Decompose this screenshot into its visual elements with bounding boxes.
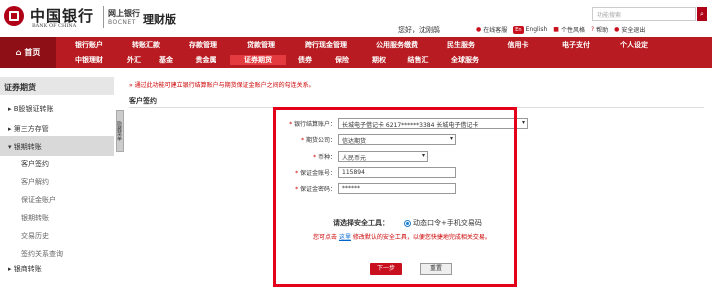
username: 沈刚鹃 [419, 26, 440, 34]
nav-settings[interactable]: 个人设定 [606, 40, 662, 50]
sidebar-item-client-sign[interactable]: 客户签约 [0, 153, 114, 173]
logout-label: 安全退出 [621, 27, 646, 34]
nav-global[interactable]: 全球服务 [438, 55, 492, 65]
radio-selected-icon [404, 219, 411, 227]
notice-text: 通过此功能可建立银行结算账户与期货保证金账户之间的勾连关系。 [134, 82, 315, 89]
chevron-down-icon: ▾ [8, 143, 12, 151]
info-notice: » 通过此功能可建立银行结算账户与期货保证金账户之间的勾连关系。 [129, 80, 315, 89]
sidebar-item-label: 银商转账 [13, 265, 42, 273]
sidebar-item-label: 第三方存管 [13, 125, 49, 133]
sidebar-item-bank-merchant[interactable]: ▸ 银商转账 [0, 258, 114, 278]
nav-epay[interactable]: 电子支付 [546, 40, 606, 50]
nav-row-1: 银行账户 转账汇款 存款管理 贷款管理 跨行现金管理 公用服务缴费 民生服务 信… [60, 40, 662, 50]
online-service-link[interactable]: ● 在线客服 [476, 25, 507, 34]
style-link[interactable]: ■ 个性风格 [553, 25, 585, 34]
chevron-right-icon: ▸ [8, 105, 12, 113]
nav-livelihood[interactable]: 民生服务 [432, 40, 490, 50]
nav-forex[interactable]: 外汇 [118, 55, 150, 65]
collapse-menu-toggle[interactable]: 隐藏菜单 [116, 110, 124, 152]
chevron-right-icon: ▸ [8, 265, 12, 273]
netbank-label-en: BOCNET [108, 19, 136, 26]
help-icon: ? [590, 26, 595, 33]
product-title: 理财版 [143, 13, 176, 26]
english-link[interactable]: En English [513, 25, 548, 34]
nav-fx-settle[interactable]: 结售汇 [398, 55, 438, 65]
margin-account-label: * 保证金账号： [295, 170, 336, 177]
nav-deposit[interactable]: 存款管理 [174, 40, 232, 50]
bank-account-select[interactable]: 长城电子借记卡 6217******3384 长城电子借记卡 ▾ [338, 118, 528, 129]
secure-tool-hint: 您可点击 这里 修改默认的安全工具，以便您快捷地完成相关交易。 [313, 234, 491, 241]
nav-cash-mgmt[interactable]: 跨行现金管理 [290, 40, 362, 50]
title-divider [129, 107, 704, 108]
nav-options[interactable]: 期权 [360, 55, 398, 65]
margin-password-input[interactable]: ****** [338, 183, 456, 194]
sidebar-item-client-cancel[interactable]: 客户解约 [0, 171, 114, 191]
style-label: 个性风格 [560, 27, 585, 34]
bank-name-en: BANK OF CHINA [32, 23, 77, 29]
header-divider [103, 6, 104, 28]
currency-select[interactable]: 人民币元 ▾ [338, 151, 428, 162]
reset-button[interactable]: 重置 [420, 263, 452, 275]
sidebar-item-label: 银期转账 [13, 143, 42, 151]
lock-icon: ● [614, 26, 620, 33]
secure-tool-label: 请选择安全工具： [333, 219, 389, 227]
bank-account-label: * 银行结算账户： [289, 121, 336, 128]
secure-tool-value: 动态口令+手机交易码 [413, 219, 482, 227]
chevron-right-icon: ▸ [8, 125, 12, 133]
nav-fund[interactable]: 基金 [150, 55, 182, 65]
nav-metal[interactable]: 贵金属 [182, 55, 230, 65]
sidebar-item-b-share[interactable]: ▸ B股银证转账 [0, 98, 114, 118]
next-button[interactable]: 下一步 [370, 263, 402, 275]
greeting-text: 您好， [398, 26, 419, 34]
nav-bank-account[interactable]: 银行账户 [60, 40, 118, 50]
nav-row-2: 中银理财 外汇 基金 贵金属 证券期货 债券 保险 期权 结售汇 全球服务 [60, 55, 492, 65]
logout-link[interactable]: ● 安全退出 [614, 25, 645, 34]
home-button[interactable]: ⌂ 首页 [0, 37, 56, 68]
header: 中国银行 BANK OF CHINA 网上银行 BOCNET 理财版 功能搜索 … [0, 0, 712, 35]
online-service-label: 在线客服 [483, 27, 508, 34]
chevron-down-icon: ▾ [449, 135, 453, 142]
currency-label: * 币种： [313, 154, 336, 161]
sidebar-item-third-party[interactable]: ▸ 第三方存管 [0, 118, 114, 138]
function-search-input[interactable]: 功能搜索 [592, 7, 696, 21]
greeting: 您好，沈刚鹃 [398, 25, 440, 35]
arrow-icon: » [129, 82, 133, 89]
sidebar-item-history[interactable]: 交易历史 [0, 225, 114, 245]
change-tool-link[interactable]: 这里 [339, 234, 351, 241]
nav-transfer[interactable]: 转账汇款 [118, 40, 174, 50]
secure-tool-radio[interactable]: 动态口令+手机交易码 [404, 218, 482, 228]
futures-company-select[interactable]: 信达期货 ▾ [338, 134, 456, 145]
page-title: 客户签约 [129, 97, 157, 105]
help-label: 帮助 [596, 27, 609, 34]
nav-wealth[interactable]: 中银理财 [60, 55, 118, 65]
content-area: 证券期货 ▸ B股银证转账 ▸ 第三方存管 ▾ 银期转账 客户签约 客户解约 保… [0, 77, 712, 289]
home-label: 首页 [24, 48, 41, 57]
english-label: English [525, 26, 548, 33]
sidebar-item-bank-futures-transfer[interactable]: 银期转账 [0, 207, 114, 227]
boc-logo-icon [4, 6, 24, 26]
style-icon: ■ [553, 26, 559, 33]
futures-company-label: * 期货公司： [301, 137, 336, 144]
nav-securities[interactable]: 证券期货 [230, 55, 286, 65]
headset-icon: ● [476, 26, 482, 33]
sidebar-title: 证券期货 [0, 77, 114, 95]
sidebar-item-margin-account[interactable]: 保证金账户 [0, 189, 114, 209]
help-link[interactable]: ? 帮助 [591, 25, 608, 34]
nav-loan[interactable]: 贷款管理 [232, 40, 290, 50]
top-links: ● 在线客服 En English ■ 个性风格 ? 帮助 ● 安全退出 [476, 25, 645, 34]
search-icon[interactable]: ⌕ [697, 7, 707, 21]
margin-account-input[interactable]: 115894 [338, 167, 456, 178]
nav-insurance[interactable]: 保险 [324, 55, 360, 65]
nav-utility[interactable]: 公用服务缴费 [362, 40, 432, 50]
english-badge-icon: En [513, 25, 524, 34]
home-icon: ⌂ [15, 48, 22, 57]
sidebar-item-label: B股银证转账 [13, 105, 54, 113]
margin-password-label: * 保证金密码： [295, 186, 336, 193]
chevron-down-icon: ▾ [521, 119, 525, 126]
netbank-label-cn: 网上银行 [108, 9, 140, 18]
chevron-down-icon: ▾ [421, 152, 425, 159]
nav-credit-card[interactable]: 信用卡 [490, 40, 546, 50]
nav-bond[interactable]: 债券 [286, 55, 324, 65]
